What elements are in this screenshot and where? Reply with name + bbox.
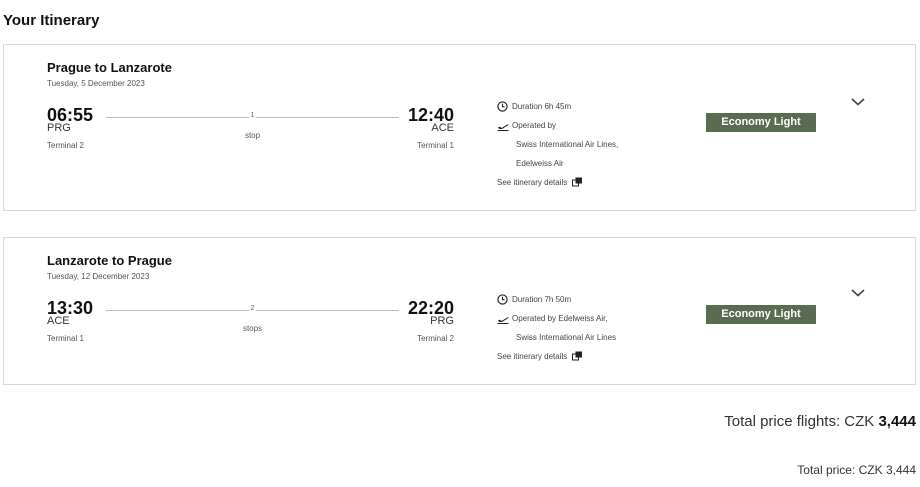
departure-terminal: Terminal 2	[47, 141, 84, 150]
clock-icon	[497, 294, 512, 306]
total-flights-amount: 3,444	[878, 413, 916, 430]
arrival-terminal: Terminal 1	[417, 141, 454, 150]
departure-airport-code: PRG	[47, 122, 71, 134]
page-title: Your Itinerary	[3, 12, 100, 29]
operator-name: Swiss International Air Lines,	[516, 140, 619, 149]
operator-name: Edelweiss Air	[516, 159, 564, 168]
arrival-airport-code: ACE	[431, 122, 454, 134]
operator-name: Swiss International Air Lines	[516, 333, 617, 342]
departure-airport-code: ACE	[47, 315, 70, 327]
operated-by-label: Operated by Edelweiss Air,	[512, 314, 608, 323]
itinerary-details-link[interactable]: See itinerary details	[497, 173, 618, 192]
external-link-icon	[572, 177, 583, 189]
chevron-down-icon[interactable]	[849, 95, 867, 107]
flight-info: Duration 7h 50m Operated by Edelweiss Ai…	[497, 290, 616, 366]
plane-takeoff-icon	[497, 313, 512, 325]
stop-count: 1	[248, 112, 257, 119]
itinerary-details-link[interactable]: See itinerary details	[497, 347, 616, 366]
flight-info: Duration 6h 45m Operated by Swiss Intern…	[497, 97, 618, 192]
stop-count: 2	[248, 305, 257, 312]
arrival-terminal: Terminal 2	[417, 334, 454, 343]
fare-badge: Economy Light	[706, 113, 816, 132]
flight-card-return: Lanzarote to Prague Tuesday, 12 December…	[3, 237, 916, 385]
plane-takeoff-icon	[497, 120, 512, 132]
arrival-airport-code: PRG	[430, 315, 454, 327]
external-link-icon	[572, 351, 583, 363]
flight-date: Tuesday, 5 December 2023	[47, 79, 145, 88]
itinerary-details-label: See itinerary details	[497, 178, 568, 187]
route-title: Lanzarote to Prague	[47, 253, 172, 268]
chevron-down-icon[interactable]	[849, 286, 867, 298]
itinerary-details-label: See itinerary details	[497, 352, 568, 361]
flight-date: Tuesday, 12 December 2023	[47, 272, 150, 281]
flight-card-outbound: Prague to Lanzarote Tuesday, 5 December …	[3, 44, 916, 211]
operated-by-label: Operated by	[512, 121, 557, 130]
clock-icon	[497, 101, 512, 113]
stop-label: stop	[244, 131, 261, 140]
route-title: Prague to Lanzarote	[47, 60, 172, 75]
duration-text: Duration 7h 50m	[512, 295, 572, 304]
total-price-flights: Total price flights: CZK 3,444	[724, 413, 916, 430]
stop-label: stops	[242, 324, 263, 333]
duration-text: Duration 6h 45m	[512, 102, 572, 111]
departure-terminal: Terminal 1	[47, 334, 84, 343]
fare-badge: Economy Light	[706, 305, 816, 324]
total-price: Total price: CZK 3,444	[797, 463, 916, 477]
total-flights-label: Total price flights: CZK	[724, 413, 879, 430]
